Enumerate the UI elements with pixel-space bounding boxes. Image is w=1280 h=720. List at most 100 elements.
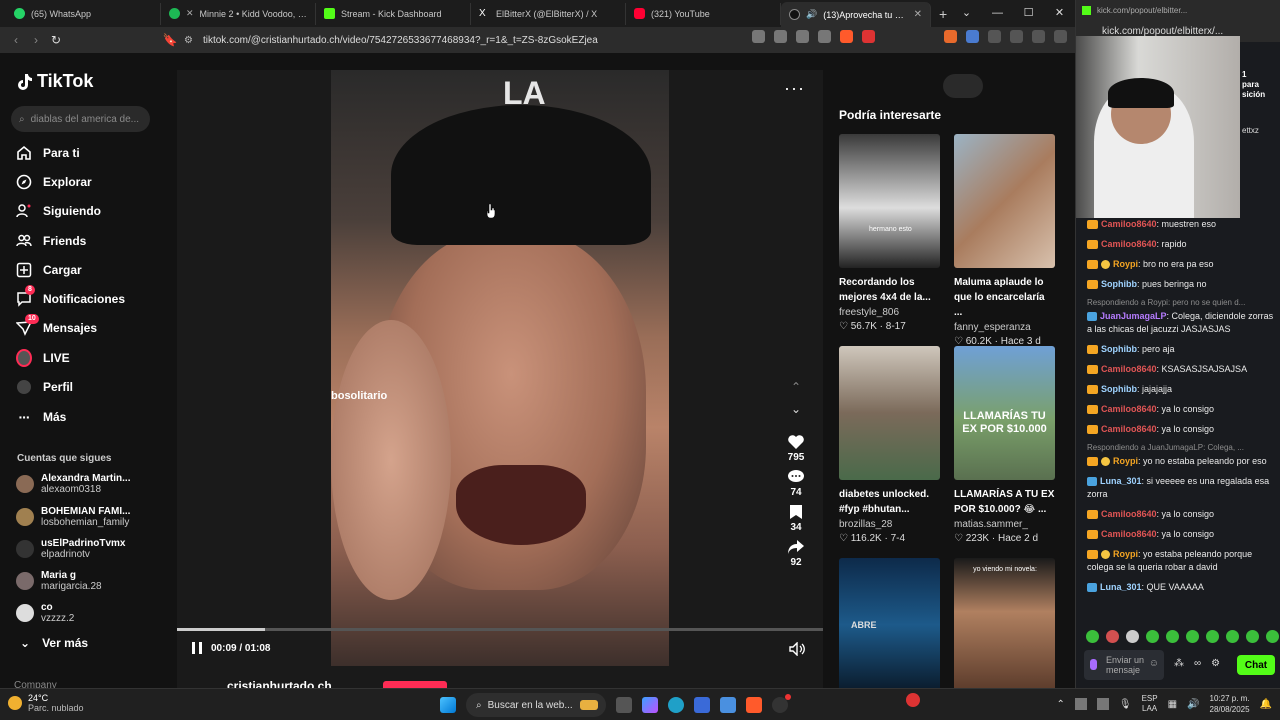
nav-cargar[interactable]: Cargar bbox=[16, 262, 82, 278]
save-button[interactable]: 34 bbox=[789, 504, 803, 533]
tray-app-icon[interactable] bbox=[1096, 698, 1109, 710]
users-icon[interactable]: ⁂ bbox=[1174, 658, 1184, 669]
store-icon[interactable] bbox=[694, 697, 710, 713]
taskbar-search[interactable]: ⌕ Buscar en la web... bbox=[466, 693, 606, 717]
minimize-icon[interactable]: — bbox=[982, 0, 1013, 27]
extension-translate2-icon[interactable] bbox=[966, 30, 979, 43]
snipping-icon[interactable] bbox=[720, 697, 736, 713]
reco-card[interactable]: hermano esto Recordando los mejores 4x4 … bbox=[839, 134, 940, 332]
video-player[interactable]: LA bosolitario ··· ⌃ ⌄ 795 74 34 92 00:0… bbox=[177, 70, 823, 688]
notification-badge[interactable] bbox=[906, 693, 921, 707]
volume-icon[interactable] bbox=[789, 642, 805, 656]
video-more-icon[interactable]: ··· bbox=[784, 78, 805, 99]
chevron-up-icon[interactable]: ⌃ bbox=[1056, 699, 1064, 710]
close-window-icon[interactable]: ✕ bbox=[1044, 0, 1075, 27]
emote-icon[interactable] bbox=[1146, 630, 1159, 643]
reco-card[interactable]: diabetes unlocked. #fyp #bhutan... brozi… bbox=[839, 346, 940, 544]
tab-tiktok[interactable]: 🔊 (13)Aprovecha tu cuarto de ✕ bbox=[781, 2, 931, 27]
puzzle-icon[interactable] bbox=[988, 30, 1001, 43]
following-account[interactable]: Maria g marigarcia.28 bbox=[16, 570, 102, 592]
notifications-bell-icon[interactable]: 🔔 bbox=[1260, 699, 1272, 710]
emote-icon[interactable] bbox=[1266, 630, 1279, 643]
back-icon[interactable]: ‹ bbox=[6, 33, 26, 47]
task-view-icon[interactable] bbox=[616, 697, 632, 713]
bookmark-icon[interactable]: 🔖 bbox=[160, 33, 180, 47]
forward-icon[interactable]: › bbox=[26, 33, 46, 47]
chat-username[interactable]: JuanJumagaLP bbox=[1100, 311, 1167, 321]
copilot-icon[interactable] bbox=[642, 697, 658, 713]
emote-icon[interactable] bbox=[1126, 630, 1139, 643]
share-button[interactable]: 92 bbox=[787, 539, 805, 568]
brave-shield-icon[interactable] bbox=[840, 30, 853, 43]
obs-icon[interactable] bbox=[772, 694, 791, 713]
chat-username[interactable]: Sophibb bbox=[1101, 279, 1137, 289]
company-link[interactable]: Company bbox=[14, 680, 57, 688]
extension-fox-icon[interactable] bbox=[944, 30, 957, 43]
chat-username[interactable]: Luna_301 bbox=[1100, 582, 1142, 592]
site-info-icon[interactable]: ⚙ bbox=[184, 35, 193, 46]
tab-youtube[interactable]: (321) YouTube bbox=[626, 2, 781, 25]
chat-username[interactable]: Camiloo8640 bbox=[1101, 509, 1157, 519]
chat-username[interactable]: Sophibb bbox=[1101, 384, 1137, 394]
brave-icon[interactable] bbox=[746, 697, 762, 713]
following-account[interactable]: co vzzzz.2 bbox=[16, 602, 74, 624]
windows-start-icon[interactable] bbox=[440, 697, 456, 713]
infinity-icon[interactable]: ∞ bbox=[1194, 658, 1201, 669]
extension-icon-2[interactable] bbox=[774, 30, 787, 43]
mic-icon[interactable] bbox=[1090, 659, 1097, 670]
tab-whatsapp[interactable]: (65) WhatsApp bbox=[6, 2, 161, 25]
tiktok-logo[interactable]: TikTok bbox=[16, 71, 93, 92]
clock[interactable]: 10:27 p. m. 28/08/2025 bbox=[1210, 693, 1250, 715]
nav-mas[interactable]: ··· Más bbox=[16, 409, 67, 425]
emote-icon[interactable] bbox=[1166, 630, 1179, 643]
chat-username[interactable]: Camiloo8640 bbox=[1101, 529, 1157, 539]
comment-button[interactable]: 74 bbox=[787, 469, 805, 498]
translate-icon[interactable] bbox=[796, 30, 809, 43]
settings-icon[interactable]: ⚙ bbox=[1211, 658, 1220, 669]
video-author[interactable]: cristianhurtado.ch bbox=[227, 679, 332, 688]
network-icon[interactable]: ▦ bbox=[1168, 699, 1177, 710]
microphone-icon[interactable]: 🎙 bbox=[1119, 699, 1132, 710]
tiktok-search-input[interactable]: ⌕ diablas del america de... bbox=[11, 106, 150, 132]
follow-button[interactable] bbox=[383, 681, 447, 688]
nav-friends[interactable]: Friends bbox=[16, 233, 86, 249]
following-account[interactable]: usElPadrinoTvmx elpadrinotv bbox=[16, 538, 125, 560]
tab-kick-dashboard[interactable]: Stream - Kick Dashboard bbox=[316, 2, 471, 25]
chat-username[interactable]: Luna_301 bbox=[1100, 476, 1142, 486]
chat-username[interactable]: Camiloo8640 bbox=[1101, 364, 1157, 374]
menu-icon[interactable] bbox=[1054, 30, 1067, 43]
emote-icon[interactable] bbox=[1246, 630, 1259, 643]
nav-mensajes[interactable]: 10 Mensajes bbox=[16, 314, 97, 336]
reload-icon[interactable]: ↻ bbox=[46, 33, 66, 47]
chat-send-button[interactable]: Chat bbox=[1237, 655, 1275, 675]
tray-app-icon[interactable] bbox=[1074, 698, 1087, 710]
nav-live[interactable]: LIVE bbox=[16, 349, 70, 367]
nav-explorar[interactable]: Explorar bbox=[16, 174, 92, 190]
weather-widget[interactable]: 24°C Parc. nublado bbox=[8, 693, 84, 713]
following-account[interactable]: Alexandra Martin... alexaom0318 bbox=[16, 473, 130, 495]
chat-input[interactable]: Enviar un mensaje ☺ bbox=[1084, 650, 1164, 680]
chat-username[interactable]: Camiloo8640 bbox=[1101, 424, 1157, 434]
close-tab-icon[interactable]: ✕ bbox=[914, 9, 922, 20]
nav-siguiendo[interactable]: Siguiendo bbox=[16, 203, 101, 219]
extension-icon-1[interactable] bbox=[752, 30, 765, 43]
wallet-icon[interactable] bbox=[1032, 30, 1045, 43]
chat-username[interactable]: Camiloo8640 bbox=[1101, 239, 1157, 249]
nav-perfil[interactable]: Perfil bbox=[16, 379, 73, 395]
reco-card[interactable]: Maluma aplaude lo que lo encarcelaría ..… bbox=[954, 134, 1055, 347]
emote-icon[interactable] bbox=[1186, 630, 1199, 643]
chat-username[interactable]: Roypi bbox=[1113, 259, 1138, 269]
video-progress-bar[interactable] bbox=[177, 628, 823, 631]
new-tab-icon[interactable]: + bbox=[939, 6, 947, 22]
emote-icon[interactable] bbox=[1086, 630, 1099, 643]
emote-icon[interactable] bbox=[1206, 630, 1219, 643]
nav-para-ti[interactable]: Para ti bbox=[16, 145, 80, 161]
chat-username[interactable]: Camiloo8640 bbox=[1101, 404, 1157, 414]
brave-rewards-icon[interactable] bbox=[862, 30, 875, 43]
scroll-up-icon[interactable]: ⌃ bbox=[791, 380, 801, 394]
tab-x[interactable]: X ElBitterX (@ElBitterX) / X bbox=[471, 2, 626, 25]
following-account[interactable]: BOHEMIAN FAMI... losbohemian_family bbox=[16, 506, 130, 528]
volume-tray-icon[interactable]: 🔊 bbox=[1187, 699, 1199, 710]
edge-icon[interactable] bbox=[668, 697, 684, 713]
reco-card[interactable]: ABRE bbox=[839, 558, 940, 688]
